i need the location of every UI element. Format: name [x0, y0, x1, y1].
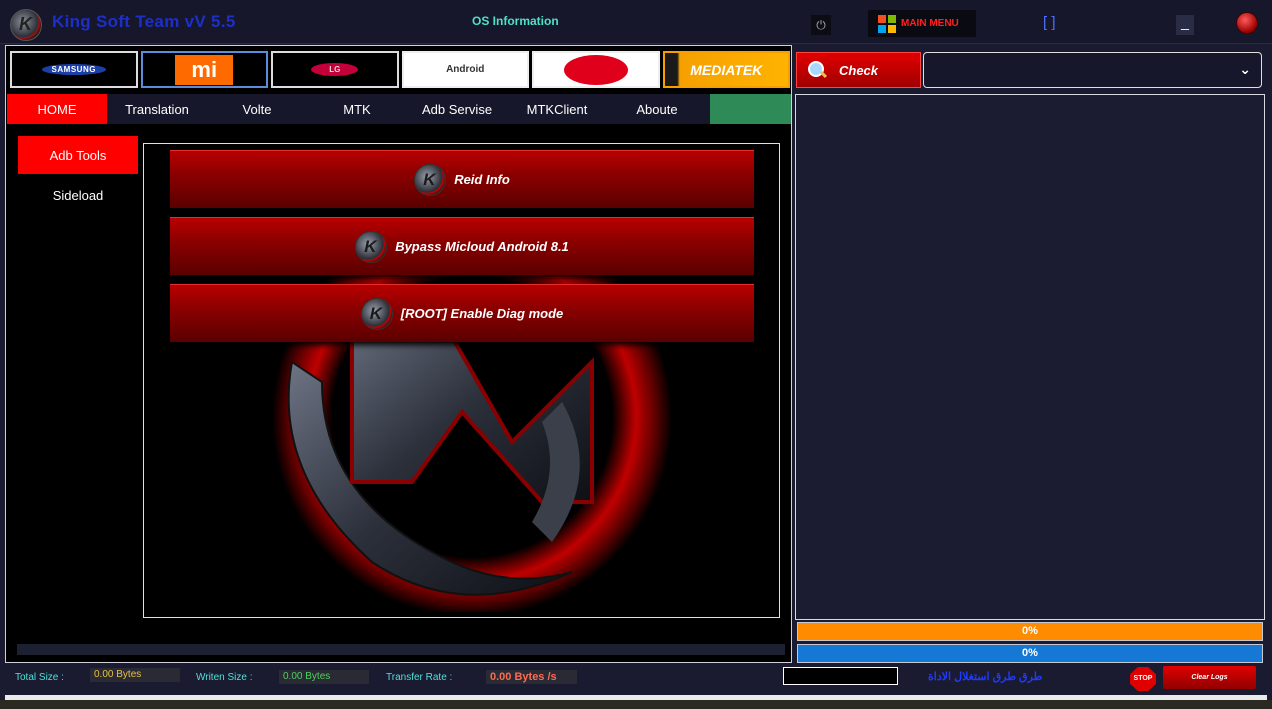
- brand-label: LG: [311, 63, 359, 76]
- side-menu: Adb Tools Sideload: [18, 136, 138, 216]
- snapdragon-logo-icon: [563, 54, 628, 85]
- chevron-down-icon: ⌄: [1239, 62, 1251, 78]
- progress-bar-primary: 0%: [797, 622, 1263, 641]
- brand-samsung-button[interactable]: SAMSUNG: [10, 51, 138, 88]
- brand-row: SAMSUNG mi LG Android MEDIATEK: [10, 51, 790, 89]
- tab-mtkclient[interactable]: MTKClient: [507, 94, 607, 124]
- maximize-button[interactable]: [ ]: [1043, 14, 1056, 31]
- os-information-link[interactable]: OS Information: [472, 14, 559, 28]
- total-size-value: 0.00 Bytes: [90, 668, 180, 682]
- check-label: Check: [839, 62, 879, 78]
- progress-bar-secondary: 0%: [797, 644, 1263, 663]
- brand-xiaomi-button[interactable]: mi: [140, 51, 268, 88]
- written-size-value: 0.00 Bytes: [279, 670, 369, 684]
- total-size-label: Total Size :: [15, 672, 64, 683]
- king-logo-icon: [360, 297, 393, 330]
- minimize-button[interactable]: _: [1176, 15, 1194, 35]
- action-label: [ROOT] Enable Diag mode: [400, 306, 564, 321]
- enable-diag-mode-button[interactable]: [ROOT] Enable Diag mode: [170, 284, 754, 342]
- king-logo-icon: [414, 163, 447, 196]
- stop-button[interactable]: STOP: [1130, 667, 1156, 691]
- nav-tabs: HOME Translation Volte MTK Adb Servise M…: [7, 94, 791, 124]
- check-button[interactable]: Check: [796, 52, 921, 88]
- brand-snapdragon-button[interactable]: [532, 51, 660, 88]
- king-logo-icon: [10, 9, 42, 41]
- tab-status-indicator: [710, 94, 791, 124]
- tab-translation[interactable]: Translation: [107, 94, 207, 124]
- transfer-rate-label: Transfer Rate :: [386, 672, 453, 683]
- horizontal-scrollbar[interactable]: [17, 644, 785, 655]
- transfer-rate-value: 0.00 Bytes /s: [486, 670, 577, 684]
- brand-lg-button[interactable]: LG: [271, 51, 399, 88]
- main-menu-button[interactable]: MAIN MENU: [868, 10, 976, 37]
- side-item-adb-tools[interactable]: Adb Tools: [18, 136, 138, 174]
- main-menu-label: MAIN MENU: [901, 18, 959, 29]
- title-bar: King Soft Team vV 5.5 OS Information ⏻ M…: [0, 0, 1272, 44]
- search-icon: [807, 60, 827, 80]
- window-edge: [0, 700, 1272, 709]
- status-bar: Total Size : 0.00 Bytes Writen Size : 0.…: [5, 664, 1267, 694]
- bypass-micloud-button[interactable]: Bypass Micloud Android 8.1: [170, 217, 754, 275]
- power-icon[interactable]: ⏻: [811, 15, 831, 35]
- brand-label: SAMSUNG: [41, 64, 106, 75]
- app-window: King Soft Team vV 5.5 OS Information ⏻ M…: [0, 0, 1272, 709]
- windows-icon: [878, 14, 896, 33]
- progress-text: 0%: [1022, 625, 1038, 637]
- tab-home[interactable]: HOME: [7, 94, 107, 124]
- log-area[interactable]: [795, 94, 1265, 620]
- brand-label: mi: [175, 54, 234, 85]
- side-item-sideload[interactable]: Sideload: [18, 176, 138, 214]
- main-panel: SAMSUNG mi LG Android MEDIATEK HOME Tran…: [5, 45, 792, 663]
- usage-guide-link[interactable]: طرق طرق استغلال الاداة: [928, 670, 1042, 683]
- close-button[interactable]: [1236, 12, 1258, 34]
- action-label: Reid Info: [454, 172, 510, 187]
- clear-logs-button[interactable]: Clear Logs: [1163, 666, 1256, 689]
- tab-aboute[interactable]: Aboute: [607, 94, 707, 124]
- progress-text: 0%: [1022, 647, 1038, 659]
- brand-label: MEDIATEK: [690, 61, 763, 78]
- reid-info-button[interactable]: Reid Info: [170, 150, 754, 208]
- brand-label: Android: [446, 64, 485, 75]
- brand-mediatek-button[interactable]: MEDIATEK: [662, 51, 790, 88]
- brand-android-button[interactable]: Android: [401, 51, 529, 88]
- tab-mtk[interactable]: MTK: [307, 94, 407, 124]
- app-title: King Soft Team vV 5.5: [52, 12, 236, 31]
- content-area: Reid Info Bypass Micloud Android 8.1 [RO…: [143, 143, 780, 618]
- tab-volte[interactable]: Volte: [207, 94, 307, 124]
- status-input[interactable]: [783, 667, 898, 685]
- action-label: Bypass Micloud Android 8.1: [395, 239, 569, 254]
- written-size-label: Writen Size :: [196, 672, 253, 683]
- device-select[interactable]: ⌄: [923, 52, 1262, 88]
- king-logo-icon: [355, 230, 388, 263]
- tab-adb-servise[interactable]: Adb Servise: [407, 94, 507, 124]
